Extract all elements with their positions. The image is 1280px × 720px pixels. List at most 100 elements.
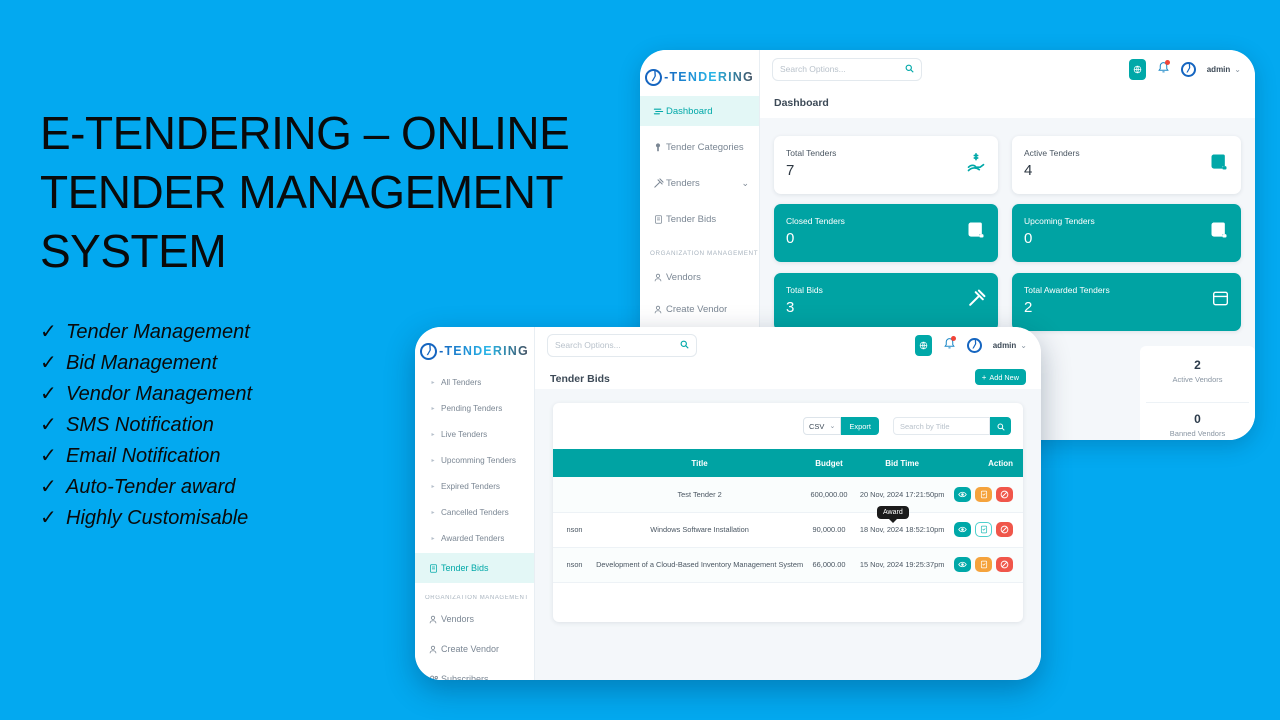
stat-card-upcoming-tenders[interactable]: Upcoming Tenders 0 bbox=[1012, 204, 1241, 262]
sidebar-item-all-tenders[interactable]: ▸ All Tenders bbox=[415, 369, 534, 395]
sidebar-item-create-vendor[interactable]: Create Vendor bbox=[640, 295, 759, 323]
export-format-select[interactable]: CSV ⌄ bbox=[803, 417, 842, 435]
sidebar-item-cancelled-tenders[interactable]: ▸ Cancelled Tenders bbox=[415, 499, 534, 525]
file-icon bbox=[425, 563, 441, 574]
sidebar-item-label: Tender Categories bbox=[666, 141, 744, 153]
hand-money-icon bbox=[966, 152, 986, 179]
award-file-icon[interactable] bbox=[975, 486, 992, 502]
award-file-icon[interactable] bbox=[975, 522, 992, 537]
bullet-icon: ▸ bbox=[431, 535, 435, 542]
ban-icon[interactable] bbox=[996, 557, 1013, 572]
brand-mark-icon: ⟩ bbox=[645, 68, 663, 86]
eye-icon[interactable] bbox=[954, 486, 971, 502]
cell-budget: 600,000.00 bbox=[803, 477, 855, 513]
brand-logo[interactable]: ⟩ -TENDERING bbox=[640, 58, 759, 96]
stat-label: Total Bids bbox=[786, 285, 823, 295]
search-by-title-box[interactable] bbox=[893, 417, 990, 435]
export-button[interactable]: Export bbox=[841, 417, 879, 435]
eye-icon[interactable] bbox=[954, 557, 971, 572]
tender-bids-content: CSV ⌄ Export Search by Title Title Budge… bbox=[535, 389, 1041, 680]
sidebar-item-tender-bids[interactable]: Tender Bids bbox=[640, 204, 759, 234]
column-header-bid-time[interactable]: Bid Time bbox=[854, 449, 950, 477]
stat-label: Active Tenders bbox=[1024, 148, 1080, 158]
brand-logo[interactable]: ⟩ -TENDERING bbox=[415, 333, 534, 369]
user-name[interactable]: admin bbox=[993, 341, 1017, 350]
cell-actions bbox=[949, 477, 1023, 513]
column-header-title[interactable]: Title bbox=[596, 449, 804, 477]
bullet-icon: ▸ bbox=[431, 405, 435, 412]
sidebar-item-pending-tenders[interactable]: ▸ Pending Tenders bbox=[415, 395, 534, 421]
stat-value: 0 bbox=[786, 230, 795, 247]
sidebar-item-subscribers[interactable]: Subscribers bbox=[415, 665, 534, 680]
chevron-down-icon[interactable]: ⌄ bbox=[1234, 65, 1241, 74]
search-input[interactable] bbox=[900, 421, 983, 431]
sidebar-item-dashboard[interactable]: Dashboard bbox=[640, 96, 759, 126]
table-header: Title Budget Bid Time Action bbox=[553, 449, 1023, 477]
stat-card-total-bids[interactable]: Total Bids 3 bbox=[774, 273, 998, 331]
sidebar-section-label: ORGANIZATION MANAGEMENT bbox=[650, 250, 759, 257]
stat-card-active-tenders[interactable]: Active Tenders 4 bbox=[1012, 136, 1241, 194]
table-row[interactable]: nson Development of a Cloud-Based Invent… bbox=[553, 547, 1023, 583]
sidebar-item-awarded-tenders[interactable]: ▸ Awarded Tenders bbox=[415, 525, 534, 551]
stat-card-closed-tenders[interactable]: Closed Tenders 0 bbox=[774, 204, 998, 262]
eye-icon[interactable] bbox=[954, 522, 971, 537]
divider bbox=[1146, 402, 1249, 403]
globe-icon[interactable] bbox=[914, 334, 932, 356]
table-row[interactable]: nson Windows Software Installation 90,00… bbox=[553, 512, 1023, 548]
stat-label: Upcoming Tenders bbox=[1024, 216, 1095, 226]
search-icon[interactable] bbox=[905, 60, 914, 78]
window-icon bbox=[1212, 291, 1229, 311]
user-avatar-icon[interactable]: ⟩ bbox=[1180, 61, 1196, 77]
search-input[interactable] bbox=[780, 64, 905, 74]
sidebar-item-tender-categories[interactable]: Tender Categories bbox=[640, 132, 759, 162]
stat-card-total-tenders[interactable]: Total Tenders 7 bbox=[774, 136, 998, 194]
column-header-vendor[interactable] bbox=[553, 449, 597, 477]
chevron-down-icon: ⌄ bbox=[741, 177, 749, 188]
scroll-icon bbox=[1209, 152, 1229, 177]
export-group: CSV ⌄ Export bbox=[803, 417, 879, 435]
user-name[interactable]: admin bbox=[1207, 65, 1231, 74]
sidebar-item-tenders[interactable]: Tenders ⌄ bbox=[640, 168, 759, 198]
feature-label: SMS Notification bbox=[66, 413, 214, 436]
sidebar-item-live-tenders[interactable]: ▸ Live Tenders bbox=[415, 421, 534, 447]
table-row[interactable]: Test Tender 2 600,000.00 20 Nov, 2024 17… bbox=[553, 477, 1023, 513]
search-input[interactable] bbox=[555, 340, 680, 350]
feature-label: Auto-Tender award bbox=[66, 476, 236, 499]
search-icon[interactable] bbox=[680, 336, 689, 354]
chevron-down-icon[interactable]: ⌄ bbox=[1020, 341, 1027, 350]
search-submit-button[interactable] bbox=[990, 417, 1011, 435]
sidebar-item-label: Live Tenders bbox=[441, 429, 488, 439]
sidebar-item-create-vendor[interactable]: Create Vendor bbox=[415, 635, 534, 663]
sidebar-item-upcomming-tenders[interactable]: ▸ Upcomming Tenders bbox=[415, 447, 534, 473]
mini-stat-active-vendors: 2 Active Vendors bbox=[1140, 358, 1255, 384]
bell-icon[interactable] bbox=[1157, 59, 1170, 79]
stat-value: 4 bbox=[1024, 162, 1033, 179]
brand-name: -TENDERING bbox=[664, 70, 754, 84]
mini-stat-label: Active Vendors bbox=[1172, 375, 1223, 384]
sidebar-item-label: Upcomming Tenders bbox=[441, 455, 516, 465]
globe-icon[interactable] bbox=[1128, 58, 1146, 80]
ban-icon[interactable] bbox=[996, 486, 1013, 502]
stat-card-total-awarded-tenders[interactable]: Total Awarded Tenders 2 bbox=[1012, 273, 1241, 331]
chevron-down-icon: ⌄ bbox=[829, 423, 836, 430]
column-header-action[interactable]: Action bbox=[949, 449, 1023, 477]
sidebar-item-vendors[interactable]: Vendors bbox=[640, 263, 759, 291]
search-options-box[interactable] bbox=[772, 57, 922, 81]
ban-icon[interactable] bbox=[996, 522, 1013, 537]
sidebar-item-label: Subscribers bbox=[441, 674, 489, 680]
add-new-button[interactable]: + Add New bbox=[974, 369, 1026, 385]
award-file-icon[interactable] bbox=[975, 557, 992, 572]
stat-label: Closed Tenders bbox=[786, 216, 845, 226]
sidebar-item-vendors[interactable]: Vendors bbox=[415, 605, 534, 633]
user-avatar-icon[interactable]: ⟩ bbox=[966, 337, 982, 353]
check-icon: ✓ bbox=[40, 507, 57, 530]
sidebar-item-tender-bids[interactable]: Tender Bids bbox=[415, 553, 534, 583]
bell-icon[interactable] bbox=[943, 335, 956, 355]
topbar-actions: ⟩ admin ⌄ bbox=[914, 334, 1027, 356]
cell-title: Windows Software Installation bbox=[596, 512, 804, 548]
sidebar-item-label: Create Vendor bbox=[441, 644, 500, 654]
sidebar-item-expired-tenders[interactable]: ▸ Expired Tenders bbox=[415, 473, 534, 499]
search-options-box[interactable] bbox=[547, 333, 697, 357]
column-header-budget[interactable]: Budget bbox=[803, 449, 855, 477]
bullet-icon: ▸ bbox=[431, 509, 435, 516]
